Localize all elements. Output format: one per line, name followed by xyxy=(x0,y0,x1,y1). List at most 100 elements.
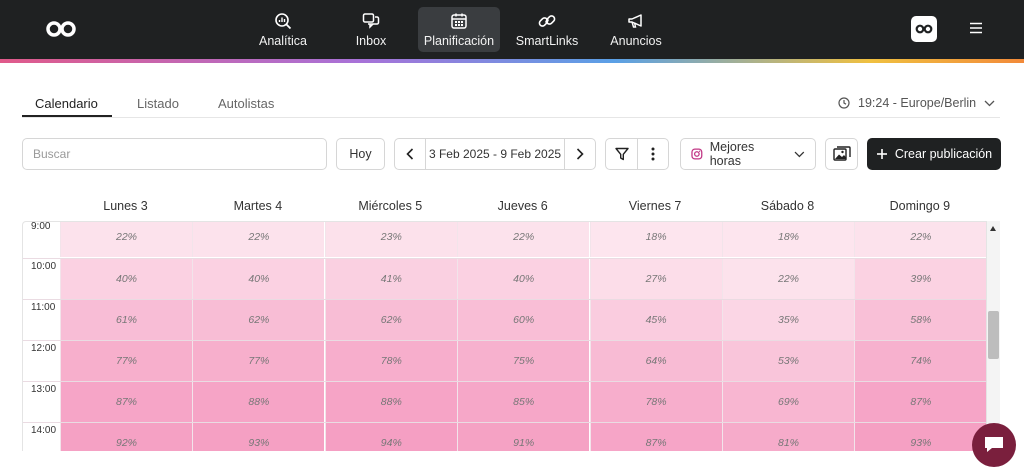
heatmap-cell[interactable]: 78% xyxy=(589,382,722,422)
heatmap-cell[interactable]: 69% xyxy=(722,382,854,422)
time-row: 14:00 92% 93% 94% 91% 87% 81% 93% xyxy=(23,422,986,451)
heatmap-cell[interactable]: 41% xyxy=(324,259,457,299)
heatmap-cell[interactable]: 62% xyxy=(192,300,325,340)
search-input[interactable] xyxy=(22,138,327,170)
heatmap-cell[interactable]: 45% xyxy=(589,300,722,340)
heatmap-cell[interactable]: 85% xyxy=(457,382,590,422)
account-avatar[interactable] xyxy=(911,16,937,42)
time-row: 13:00 87% 88% 88% 85% 78% 69% 87% xyxy=(23,381,986,422)
timezone-selector[interactable]: 19:24 - Europe/Berlin xyxy=(838,96,995,110)
heatmap-cell[interactable]: 18% xyxy=(722,222,854,257)
heatmap-cell[interactable]: 88% xyxy=(192,382,325,422)
chevron-down-icon xyxy=(984,100,995,106)
heatmap-cell[interactable]: 62% xyxy=(324,300,457,340)
heatmap-cell[interactable]: 77% xyxy=(60,341,192,381)
time-row: 11:00 61% 62% 62% 60% 45% 35% 58% xyxy=(23,299,986,340)
calendar-scrollbar[interactable] xyxy=(987,221,1000,451)
heatmap-cell[interactable]: 53% xyxy=(722,341,854,381)
heatmap-cell[interactable]: 87% xyxy=(589,423,722,451)
clock-icon xyxy=(838,97,850,109)
heatmap-cell[interactable]: 58% xyxy=(854,300,986,340)
heatmap-cell[interactable]: 87% xyxy=(60,382,192,422)
heatmap-cell[interactable]: 74% xyxy=(854,341,986,381)
nav-label: Analítica xyxy=(259,33,307,48)
time-row: 10:00 40% 40% 41% 40% 27% 22% 39% xyxy=(23,258,986,299)
nav-smartlinks[interactable]: SmartLinks xyxy=(513,7,581,52)
date-range-label[interactable]: 3 Feb 2025 - 9 Feb 2025 xyxy=(425,139,565,169)
plus-icon xyxy=(876,149,887,159)
heatmap-cell[interactable]: 81% xyxy=(722,423,854,451)
heatmap-cell[interactable]: 23% xyxy=(324,222,457,257)
scrollbar-thumb[interactable] xyxy=(988,311,999,359)
tabs-divider xyxy=(22,117,1000,118)
nav-planning[interactable]: Planificación xyxy=(418,7,500,52)
heatmap-cell[interactable]: 60% xyxy=(457,300,590,340)
day-header: Viernes 7 xyxy=(628,199,682,213)
vertical-dots-icon xyxy=(651,147,655,161)
heatmap-cell[interactable]: 22% xyxy=(457,222,590,257)
day-header: Lunes 3 xyxy=(103,199,148,213)
heatmap-cell[interactable]: 39% xyxy=(854,259,986,299)
time-label: 13:00 xyxy=(31,384,57,395)
heatmap-cell[interactable]: 22% xyxy=(722,259,854,299)
heatmap-cell[interactable]: 40% xyxy=(60,259,192,299)
nav-analytics[interactable]: Analítica xyxy=(253,7,313,52)
heatmap-cell[interactable]: 88% xyxy=(324,382,457,422)
heatmap-cell[interactable]: 35% xyxy=(722,300,854,340)
heatmap-cell[interactable]: 94% xyxy=(324,423,457,451)
heatmap-cell[interactable]: 93% xyxy=(854,423,986,451)
create-post-button[interactable]: Crear publicación xyxy=(867,138,1001,170)
heatmap-cell[interactable]: 75% xyxy=(457,341,590,381)
media-library-button[interactable] xyxy=(825,138,858,170)
heatmap-cell[interactable]: 91% xyxy=(457,423,590,451)
time-row: 9:00 22% 22% 23% 22% 18% 18% 22% xyxy=(23,222,986,258)
heatmap-cell[interactable]: 87% xyxy=(854,382,986,422)
heatmap-cell[interactable]: 18% xyxy=(589,222,722,257)
heatmap-cell[interactable]: 92% xyxy=(60,423,192,451)
heatmap-cell[interactable]: 40% xyxy=(192,259,325,299)
hamburger-menu-icon[interactable] xyxy=(969,22,983,34)
heatmap-cell[interactable]: 64% xyxy=(589,341,722,381)
heatmap-cell[interactable]: 22% xyxy=(60,222,192,257)
nav-label: Inbox xyxy=(355,33,387,48)
chat-support-button[interactable] xyxy=(972,423,1016,467)
heatmap-cell[interactable]: 78% xyxy=(324,341,457,381)
nav-ads[interactable]: Anuncios xyxy=(606,7,666,52)
nav-label: Planificación xyxy=(423,33,495,48)
heatmap-cell[interactable]: 61% xyxy=(60,300,192,340)
filter-icon xyxy=(614,147,629,161)
brand-gradient-strip xyxy=(0,59,1024,63)
scroll-up-arrow-icon[interactable] xyxy=(990,226,996,231)
calendar-icon xyxy=(451,13,467,29)
tab-list[interactable]: Listado xyxy=(137,96,179,111)
filter-button[interactable] xyxy=(605,138,638,170)
heatmap-cell[interactable]: 22% xyxy=(854,222,986,257)
nav-inbox[interactable]: Inbox xyxy=(346,7,396,52)
time-label: 12:00 xyxy=(31,343,57,354)
heatmap-cell[interactable]: 27% xyxy=(589,259,722,299)
day-header: Martes 4 xyxy=(233,199,283,213)
day-header: Miércoles 5 xyxy=(358,199,423,213)
time-label: 10:00 xyxy=(31,261,57,272)
timezone-label: 19:24 - Europe/Berlin xyxy=(858,96,977,110)
heatmap-cell[interactable]: 22% xyxy=(192,222,325,257)
heatmap-cell[interactable]: 77% xyxy=(192,341,325,381)
chevron-left-icon xyxy=(406,148,414,160)
more-options-button[interactable] xyxy=(637,138,669,170)
images-icon xyxy=(832,146,851,161)
chevron-right-icon xyxy=(576,148,584,160)
best-hours-heatmap: 9:00 22% 22% 23% 22% 18% 18% 22% 10:00 40% 40% 41% 4… xyxy=(22,221,987,451)
heatmap-cell[interactable]: 40% xyxy=(457,259,590,299)
day-header: Domingo 9 xyxy=(889,199,951,213)
next-week-button[interactable] xyxy=(565,139,595,169)
best-hours-dropdown[interactable]: Mejores horas xyxy=(680,138,816,170)
chevron-down-icon xyxy=(794,151,805,157)
time-label: 11:00 xyxy=(31,302,56,313)
chat-bubble-icon xyxy=(985,437,1003,452)
logo-infinity-icon[interactable] xyxy=(44,18,78,40)
today-button[interactable]: Hoy xyxy=(336,138,385,170)
heatmap-cell[interactable]: 93% xyxy=(192,423,325,451)
tab-calendar[interactable]: Calendario xyxy=(35,96,98,111)
previous-week-button[interactable] xyxy=(395,139,425,169)
tab-autolists[interactable]: Autolistas xyxy=(218,96,274,111)
